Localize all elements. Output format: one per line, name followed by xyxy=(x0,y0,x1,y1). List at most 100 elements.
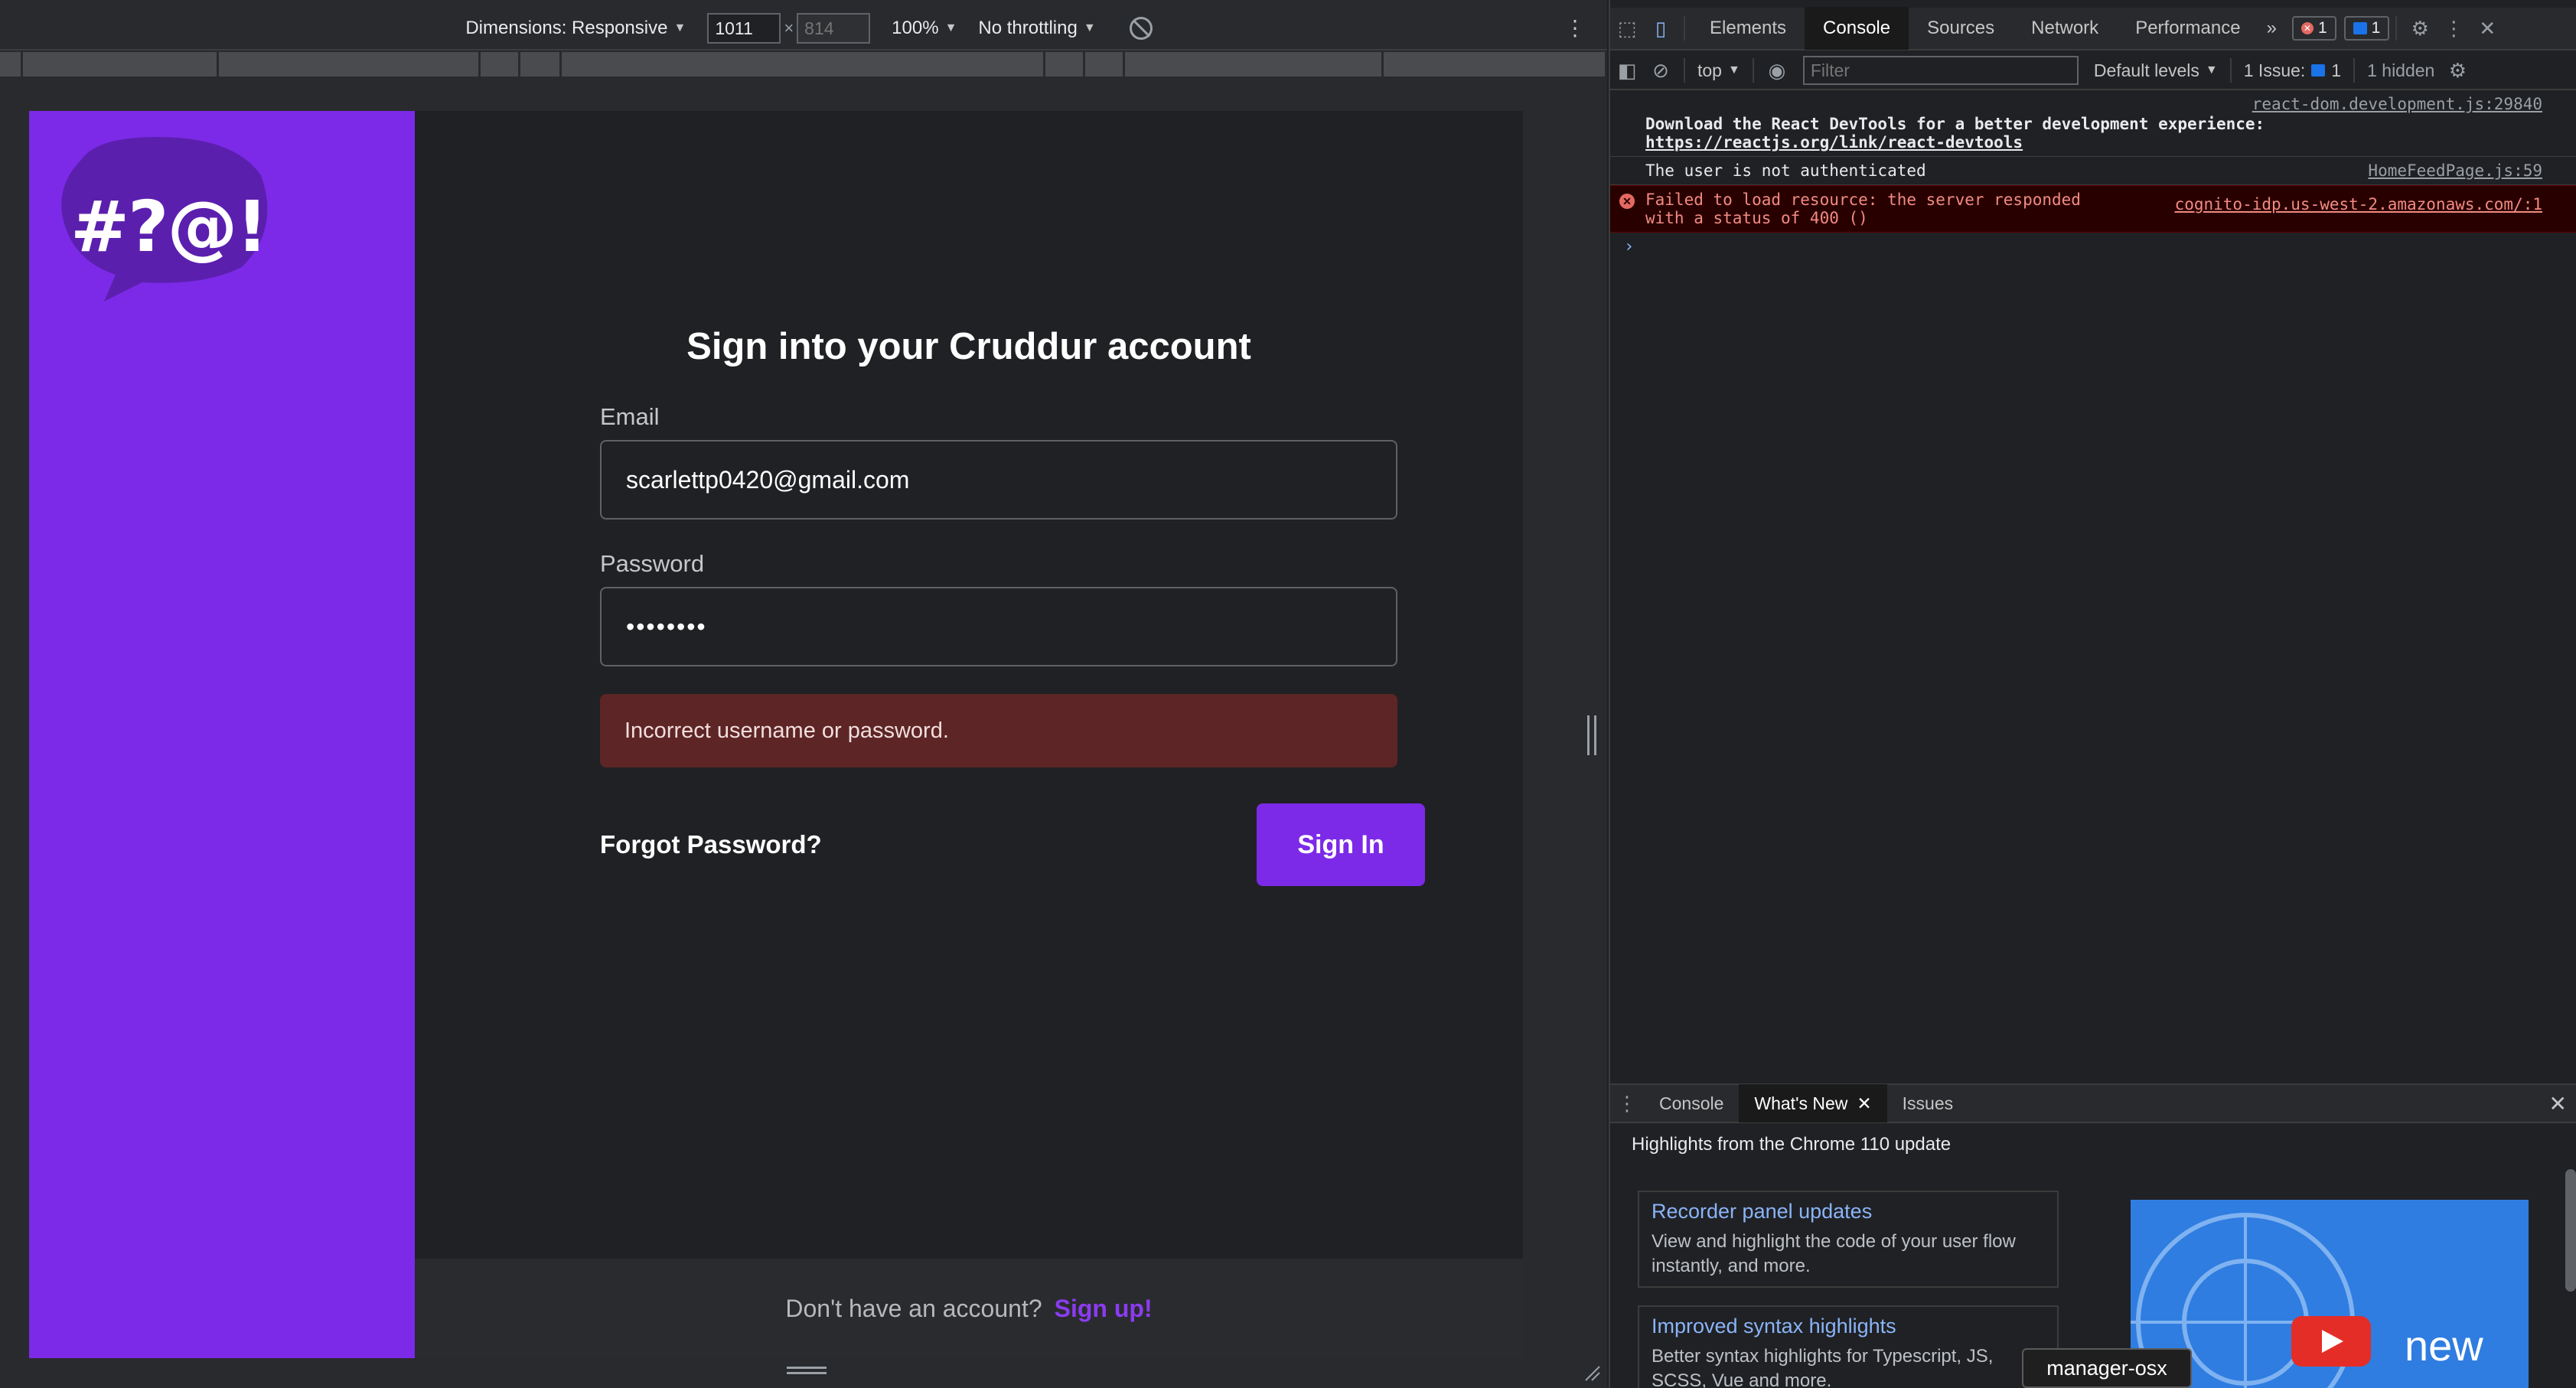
password-field[interactable]: •••••••• xyxy=(600,587,1397,666)
media-segment[interactable] xyxy=(481,52,520,77)
rotate-icon[interactable] xyxy=(1129,17,1153,40)
react-devtools-link[interactable]: https://reactjs.org/link/react-devtools xyxy=(1645,133,2023,152)
drawer-tab-whats-new[interactable]: What's New ✕ xyxy=(1739,1084,1887,1122)
message-icon xyxy=(2311,64,2326,77)
more-options-icon[interactable]: ⋮ xyxy=(1610,1084,1644,1122)
more-options-icon[interactable]: ⋮ xyxy=(1564,15,1586,41)
filter-input[interactable] xyxy=(1802,56,2079,85)
sign-in-button[interactable]: Sign In xyxy=(1257,803,1425,886)
log-source-link[interactable]: HomeFeedPage.js:59 xyxy=(2368,161,2542,180)
email-label: Email xyxy=(600,403,660,430)
email-field[interactable]: scarlettp0420@gmail.com xyxy=(600,440,1397,520)
log-entry: The user is not authenticated HomeFeedPa… xyxy=(1610,157,2576,185)
card-title[interactable]: Improved syntax highlights xyxy=(1652,1315,2045,1338)
issues-button[interactable]: 1 Issue: 1 xyxy=(2244,60,2341,81)
divider xyxy=(2395,16,2398,41)
device-toggle-icon[interactable]: ▯ xyxy=(1644,7,1678,50)
drawer-tab-label: What's New xyxy=(1754,1093,1848,1113)
card-description: View and highlight the code of your user… xyxy=(1652,1231,2016,1276)
media-segment[interactable] xyxy=(219,52,481,77)
message-count-badge[interactable]: 1 xyxy=(2343,16,2390,41)
tab-console[interactable]: Console xyxy=(1805,7,1909,50)
log-source-link[interactable]: cognito-idp.us-west-2.amazonaws.com/:1 xyxy=(2175,195,2542,213)
context-select[interactable]: top ▼ xyxy=(1697,60,1740,81)
devtools-tab-bar: ⬚ ▯ Elements Console Sources Network Per… xyxy=(1610,7,2576,51)
emulated-viewport: #?@! Sign into your Cruddur account Emai… xyxy=(29,111,1523,1358)
message-count: 1 xyxy=(2371,19,2381,37)
scrollbar[interactable] xyxy=(2565,1169,2576,1292)
throttling-select[interactable]: No throttling ▼ xyxy=(978,18,1095,39)
media-segment[interactable] xyxy=(23,52,219,77)
log-source-link[interactable]: react-dom.development.js:29840 xyxy=(2252,95,2542,113)
chevron-down-icon: ▼ xyxy=(673,21,686,34)
divider xyxy=(2229,58,2232,83)
log-entry: react-dom.development.js:29840 Download … xyxy=(1610,92,2576,157)
drawer-tab-bar: ⋮ Console What's New ✕ Issues ✕ xyxy=(1610,1084,2576,1123)
throttling-label: No throttling xyxy=(978,18,1078,38)
media-segment[interactable] xyxy=(520,52,562,77)
close-icon[interactable]: ✕ xyxy=(2549,1091,2567,1116)
footer-text: Don't have an account? xyxy=(785,1294,1042,1322)
eye-icon[interactable]: ◉ xyxy=(1760,51,1794,90)
chevron-down-icon: ▼ xyxy=(1727,64,1740,77)
gear-icon[interactable]: ⚙ xyxy=(2441,51,2474,90)
sidebar-toggle-icon[interactable]: ◧ xyxy=(1610,51,1644,90)
drawer-tab-console[interactable]: Console xyxy=(1644,1084,1739,1122)
play-icon[interactable] xyxy=(2291,1316,2371,1367)
chevron-down-icon: ▼ xyxy=(944,21,957,34)
issues-count: 1 xyxy=(2331,60,2342,80)
tab-network[interactable]: Network xyxy=(2013,7,2117,50)
issues-label: 1 Issue: xyxy=(2243,60,2306,80)
logo-text: #?@! xyxy=(70,186,268,268)
page-title: Sign into your Cruddur account xyxy=(686,326,1251,367)
media-segment[interactable] xyxy=(562,52,1045,77)
log-message: The user is not authenticated xyxy=(1645,161,1926,180)
whats-new-card[interactable]: Improved syntax highlights Better syntax… xyxy=(1638,1305,2059,1388)
media-segment[interactable] xyxy=(1384,52,1607,77)
device-emulation-pane: Dimensions: Responsive ▼ × 100% ▼ No thr… xyxy=(0,0,1607,1388)
resize-handle-right[interactable] xyxy=(1587,715,1596,755)
whats-new-card[interactable]: Recorder panel updates View and highligh… xyxy=(1638,1191,2059,1288)
close-icon[interactable]: ✕ xyxy=(1857,1093,1871,1114)
divider xyxy=(1684,16,1685,41)
card-title[interactable]: Recorder panel updates xyxy=(1652,1200,2045,1223)
divider xyxy=(2353,58,2356,83)
tab-performance[interactable]: Performance xyxy=(2117,7,2258,50)
more-tabs-icon[interactable]: » xyxy=(2259,7,2284,50)
zoom-select[interactable]: 100% ▼ xyxy=(892,18,957,39)
console-prompt[interactable]: › xyxy=(1610,233,2576,261)
brand-column: #?@! xyxy=(29,111,415,1358)
devtools-panel: ⬚ ▯ Elements Console Sources Network Per… xyxy=(1609,0,2576,1388)
media-segment[interactable] xyxy=(0,52,23,77)
resize-handle-bottom[interactable] xyxy=(787,1367,827,1374)
tab-elements[interactable]: Elements xyxy=(1691,7,1805,50)
times-icon: × xyxy=(784,18,794,37)
gear-icon[interactable]: ⚙ xyxy=(2403,7,2437,50)
dimensions-select[interactable]: Dimensions: Responsive ▼ xyxy=(465,18,686,39)
log-message: Download the React DevTools for a better… xyxy=(1645,115,2265,133)
height-input[interactable] xyxy=(797,13,871,44)
error-count: 1 xyxy=(2317,19,2327,37)
error-count-badge[interactable]: ✕ 1 xyxy=(2291,16,2336,41)
signup-link[interactable]: Sign up! xyxy=(1055,1295,1153,1323)
console-toolbar: ◧ ⊘ top ▼ ◉ Default levels ▼ 1 Issue: 1 … xyxy=(1610,52,2576,90)
media-segment[interactable] xyxy=(1125,52,1384,77)
media-query-bar[interactable] xyxy=(0,52,1607,77)
width-input[interactable] xyxy=(707,13,781,44)
tab-sources[interactable]: Sources xyxy=(1909,7,2013,50)
drawer-tab-issues[interactable]: Issues xyxy=(1887,1084,1968,1122)
context-label: top xyxy=(1697,60,1722,80)
log-levels-select[interactable]: Default levels ▼ xyxy=(2094,60,2218,81)
zoom-label: 100% xyxy=(892,18,939,38)
resize-corner-icon[interactable] xyxy=(1583,1364,1601,1382)
error-icon: ✕ xyxy=(1619,194,1635,209)
more-options-icon[interactable]: ⋮ xyxy=(2437,7,2470,50)
inspect-element-icon[interactable]: ⬚ xyxy=(1610,7,1644,50)
clear-console-icon[interactable]: ⊘ xyxy=(1644,51,1678,90)
close-icon[interactable]: ✕ xyxy=(2470,7,2504,50)
media-segment[interactable] xyxy=(1045,52,1085,77)
dimensions-label: Dimensions: Responsive xyxy=(465,18,668,38)
error-log-message: Failed to load resource: the server resp… xyxy=(1645,191,2081,227)
forgot-password-link[interactable]: Forgot Password? xyxy=(600,830,822,859)
media-segment[interactable] xyxy=(1085,52,1125,77)
